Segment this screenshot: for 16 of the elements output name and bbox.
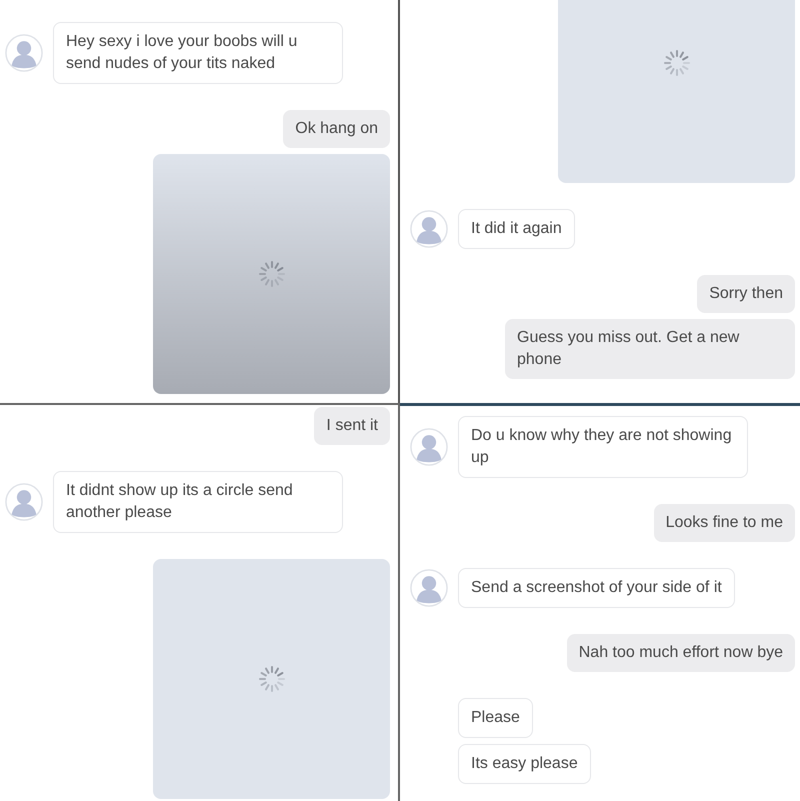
message-bubble: Looks fine to me <box>654 504 795 542</box>
message-bubble: Nah too much effort now bye <box>566 634 795 672</box>
message-bubble: Please <box>458 698 533 738</box>
spinner-icon <box>256 664 286 694</box>
message-bubble: Guess you miss out. Get a new phone <box>505 319 795 379</box>
message-bubble: Sorry then <box>697 275 795 313</box>
message-bubble: Ok hang on <box>283 110 390 148</box>
message-bubble: Send a screenshot of your side of it <box>458 568 735 608</box>
message-bubble: It didnt show up its a circle send another please <box>53 471 343 533</box>
spinner-icon <box>256 259 286 289</box>
message-bubble: It did it again <box>458 209 575 249</box>
spinner-icon <box>662 48 692 78</box>
message-bubble: Hey sexy i love your boobs will u send nudes of your tits naked <box>53 22 343 84</box>
message-bubble: Do u know why they are not showing up <box>458 416 748 478</box>
message-bubble: I sent it <box>314 407 390 445</box>
message-bubble: Its easy please <box>458 744 591 784</box>
